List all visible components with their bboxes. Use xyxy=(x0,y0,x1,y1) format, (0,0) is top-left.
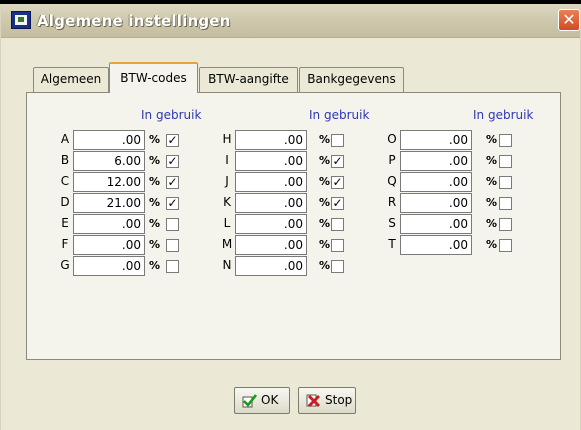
column-header-in-gebruik-1: In gebruik xyxy=(141,108,202,122)
btw-rate-input[interactable]: .00 xyxy=(235,151,307,171)
btw-code-letter: P xyxy=(388,153,396,167)
in-gebruik-checkbox[interactable]: ✓ xyxy=(166,176,179,189)
percent-sign: % xyxy=(319,217,331,230)
btw-rate-input[interactable]: .00 xyxy=(400,151,472,171)
checkmark-icon xyxy=(242,394,257,408)
column-header-in-gebruik-2: In gebruik xyxy=(309,108,370,122)
ok-button[interactable]: OK xyxy=(234,387,290,414)
percent-sign: % xyxy=(319,196,331,209)
btw-code-letter: R xyxy=(387,195,397,209)
btw-code-letter: T xyxy=(388,237,396,251)
percent-sign: % xyxy=(149,154,161,167)
tab-btw-aangifte[interactable]: BTW-aangifte xyxy=(199,67,298,92)
btw-code-letter: L xyxy=(223,216,231,230)
in-gebruik-checkbox[interactable] xyxy=(499,239,512,252)
percent-sign: % xyxy=(149,175,161,188)
in-gebruik-checkbox[interactable] xyxy=(331,239,344,252)
in-gebruik-checkbox[interactable] xyxy=(166,260,179,273)
btw-code-letter: M xyxy=(221,237,233,251)
btw-rate-input[interactable]: 21.00 xyxy=(73,193,145,213)
app-icon xyxy=(11,11,31,29)
btw-rate-input[interactable]: .00 xyxy=(235,256,307,276)
btw-rate-input[interactable]: .00 xyxy=(235,193,307,213)
percent-sign: % xyxy=(486,238,498,251)
ok-label: OK xyxy=(261,393,279,407)
btw-code-letter: C xyxy=(60,174,70,188)
close-icon[interactable]: ✕ xyxy=(558,9,580,31)
btw-code-letter: A xyxy=(60,132,70,146)
btw-rate-input[interactable]: .00 xyxy=(400,214,472,234)
window-title: Algemene instellingen xyxy=(37,12,231,30)
stop-label: Stop xyxy=(325,393,353,407)
percent-sign: % xyxy=(486,196,498,209)
in-gebruik-checkbox[interactable] xyxy=(331,134,344,147)
in-gebruik-checkbox[interactable] xyxy=(166,239,179,252)
btw-rate-input[interactable]: .00 xyxy=(400,172,472,192)
percent-sign: % xyxy=(319,133,331,146)
percent-sign: % xyxy=(149,217,161,230)
btw-rate-input[interactable]: .00 xyxy=(73,214,145,234)
btw-code-letter: F xyxy=(61,237,69,251)
percent-sign: % xyxy=(319,154,331,167)
btw-code-letter: B xyxy=(60,153,70,167)
btw-rate-input[interactable]: .00 xyxy=(235,130,307,150)
settings-dialog: Algemene instellingen ✕ Algemeen BTW-cod… xyxy=(0,4,581,430)
in-gebruik-checkbox[interactable] xyxy=(499,197,512,210)
btw-rate-input[interactable]: .00 xyxy=(73,235,145,255)
percent-sign: % xyxy=(486,133,498,146)
btw-code-letter: J xyxy=(225,174,229,188)
btw-code-letter: S xyxy=(388,216,396,230)
btw-code-letter: K xyxy=(223,195,231,209)
btw-code-letter: G xyxy=(60,258,70,272)
title-bar[interactable]: Algemene instellingen ✕ xyxy=(1,4,580,38)
in-gebruik-checkbox[interactable] xyxy=(499,176,512,189)
btw-rate-input[interactable]: .00 xyxy=(73,256,145,276)
in-gebruik-checkbox[interactable] xyxy=(499,218,512,231)
btw-rate-input[interactable]: .00 xyxy=(400,235,472,255)
percent-sign: % xyxy=(149,196,161,209)
percent-sign: % xyxy=(149,259,161,272)
btw-rate-input[interactable]: 6.00 xyxy=(73,151,145,171)
btw-code-letter: N xyxy=(222,258,232,272)
in-gebruik-checkbox[interactable] xyxy=(331,218,344,231)
btw-rate-input[interactable]: .00 xyxy=(235,172,307,192)
btw-code-letter: I xyxy=(225,153,229,167)
tab-bankgegevens[interactable]: Bankgegevens xyxy=(299,67,404,92)
percent-sign: % xyxy=(486,175,498,188)
percent-sign: % xyxy=(319,238,331,251)
in-gebruik-checkbox[interactable]: ✓ xyxy=(331,155,344,168)
in-gebruik-checkbox[interactable]: ✓ xyxy=(331,176,344,189)
in-gebruik-checkbox[interactable]: ✓ xyxy=(166,155,179,168)
in-gebruik-checkbox[interactable]: ✓ xyxy=(331,197,344,210)
in-gebruik-checkbox[interactable] xyxy=(499,134,512,147)
in-gebruik-checkbox[interactable]: ✓ xyxy=(166,197,179,210)
btw-code-letter: E xyxy=(61,216,69,230)
percent-sign: % xyxy=(486,154,498,167)
in-gebruik-checkbox[interactable] xyxy=(499,155,512,168)
in-gebruik-checkbox[interactable] xyxy=(166,218,179,231)
btw-rate-input[interactable]: .00 xyxy=(235,235,307,255)
percent-sign: % xyxy=(319,259,331,272)
btw-rate-input[interactable]: .00 xyxy=(400,130,472,150)
btw-code-letter: Q xyxy=(387,174,397,188)
stop-button[interactable]: Stop xyxy=(298,387,356,414)
btw-rate-input[interactable]: .00 xyxy=(73,130,145,150)
column-header-in-gebruik-3: In gebruik xyxy=(473,108,534,122)
cross-icon xyxy=(306,394,321,408)
percent-sign: % xyxy=(319,175,331,188)
in-gebruik-checkbox[interactable]: ✓ xyxy=(166,134,179,147)
tab-btw-codes[interactable]: BTW-codes xyxy=(109,62,198,93)
btw-rate-input[interactable]: .00 xyxy=(235,214,307,234)
btw-code-letter: O xyxy=(387,132,397,146)
btw-code-letter: H xyxy=(222,132,232,146)
tab-algemeen[interactable]: Algemeen xyxy=(33,67,109,92)
btw-rate-input[interactable]: .00 xyxy=(400,193,472,213)
in-gebruik-checkbox[interactable] xyxy=(331,260,344,273)
percent-sign: % xyxy=(149,238,161,251)
percent-sign: % xyxy=(486,217,498,230)
btw-code-letter: D xyxy=(60,195,70,209)
percent-sign: % xyxy=(149,133,161,146)
btw-rate-input[interactable]: 12.00 xyxy=(73,172,145,192)
